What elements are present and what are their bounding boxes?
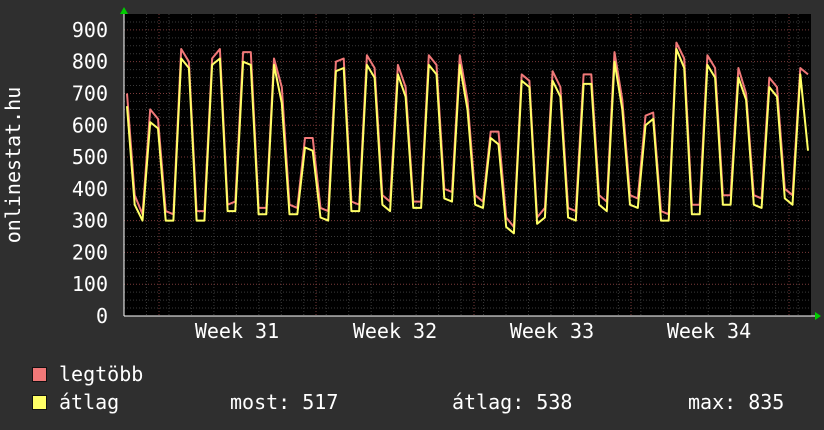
legend-swatch-avg — [32, 394, 47, 410]
y-tick-label: 300 — [72, 209, 108, 233]
y-tick-label: 600 — [72, 113, 108, 137]
y-tick-label: 500 — [72, 145, 108, 169]
stat-average: átlag: 538 — [452, 390, 573, 414]
x-tick-label: Week 31 — [195, 319, 279, 343]
y-tick-label: 0 — [96, 304, 108, 328]
y-tick-label: 100 — [72, 272, 108, 296]
y-axis-label: onlinestat.hu — [1, 87, 25, 244]
x-tick-label: Week 32 — [353, 319, 437, 343]
y-axis-arrow — [120, 7, 128, 14]
y-tick-label: 400 — [72, 177, 108, 201]
x-tick-labels: Week 31 Week 32 Week 33 Week 34 — [195, 319, 751, 343]
x-axis-arrow — [815, 312, 821, 320]
legend-swatch-max — [32, 366, 47, 382]
x-tick-label: Week 33 — [510, 319, 594, 343]
legend-item-max: legtöbb — [32, 362, 144, 386]
y-tick-label: 700 — [72, 81, 108, 105]
y-tick-label: 200 — [72, 240, 108, 264]
legend-label-max: legtöbb — [59, 362, 144, 386]
stat-maximum: max: 835 — [688, 390, 785, 414]
y-tick-labels: 0 100 200 300 400 500 600 700 800 900 — [72, 18, 108, 328]
legend-item-avg: átlag — [32, 390, 120, 414]
y-tick-label: 900 — [72, 18, 108, 42]
legend-label-avg: átlag — [59, 390, 120, 414]
x-tick-label: Week 34 — [667, 319, 751, 343]
y-tick-label: 800 — [72, 50, 108, 74]
stat-current: most: 517 — [230, 390, 339, 414]
